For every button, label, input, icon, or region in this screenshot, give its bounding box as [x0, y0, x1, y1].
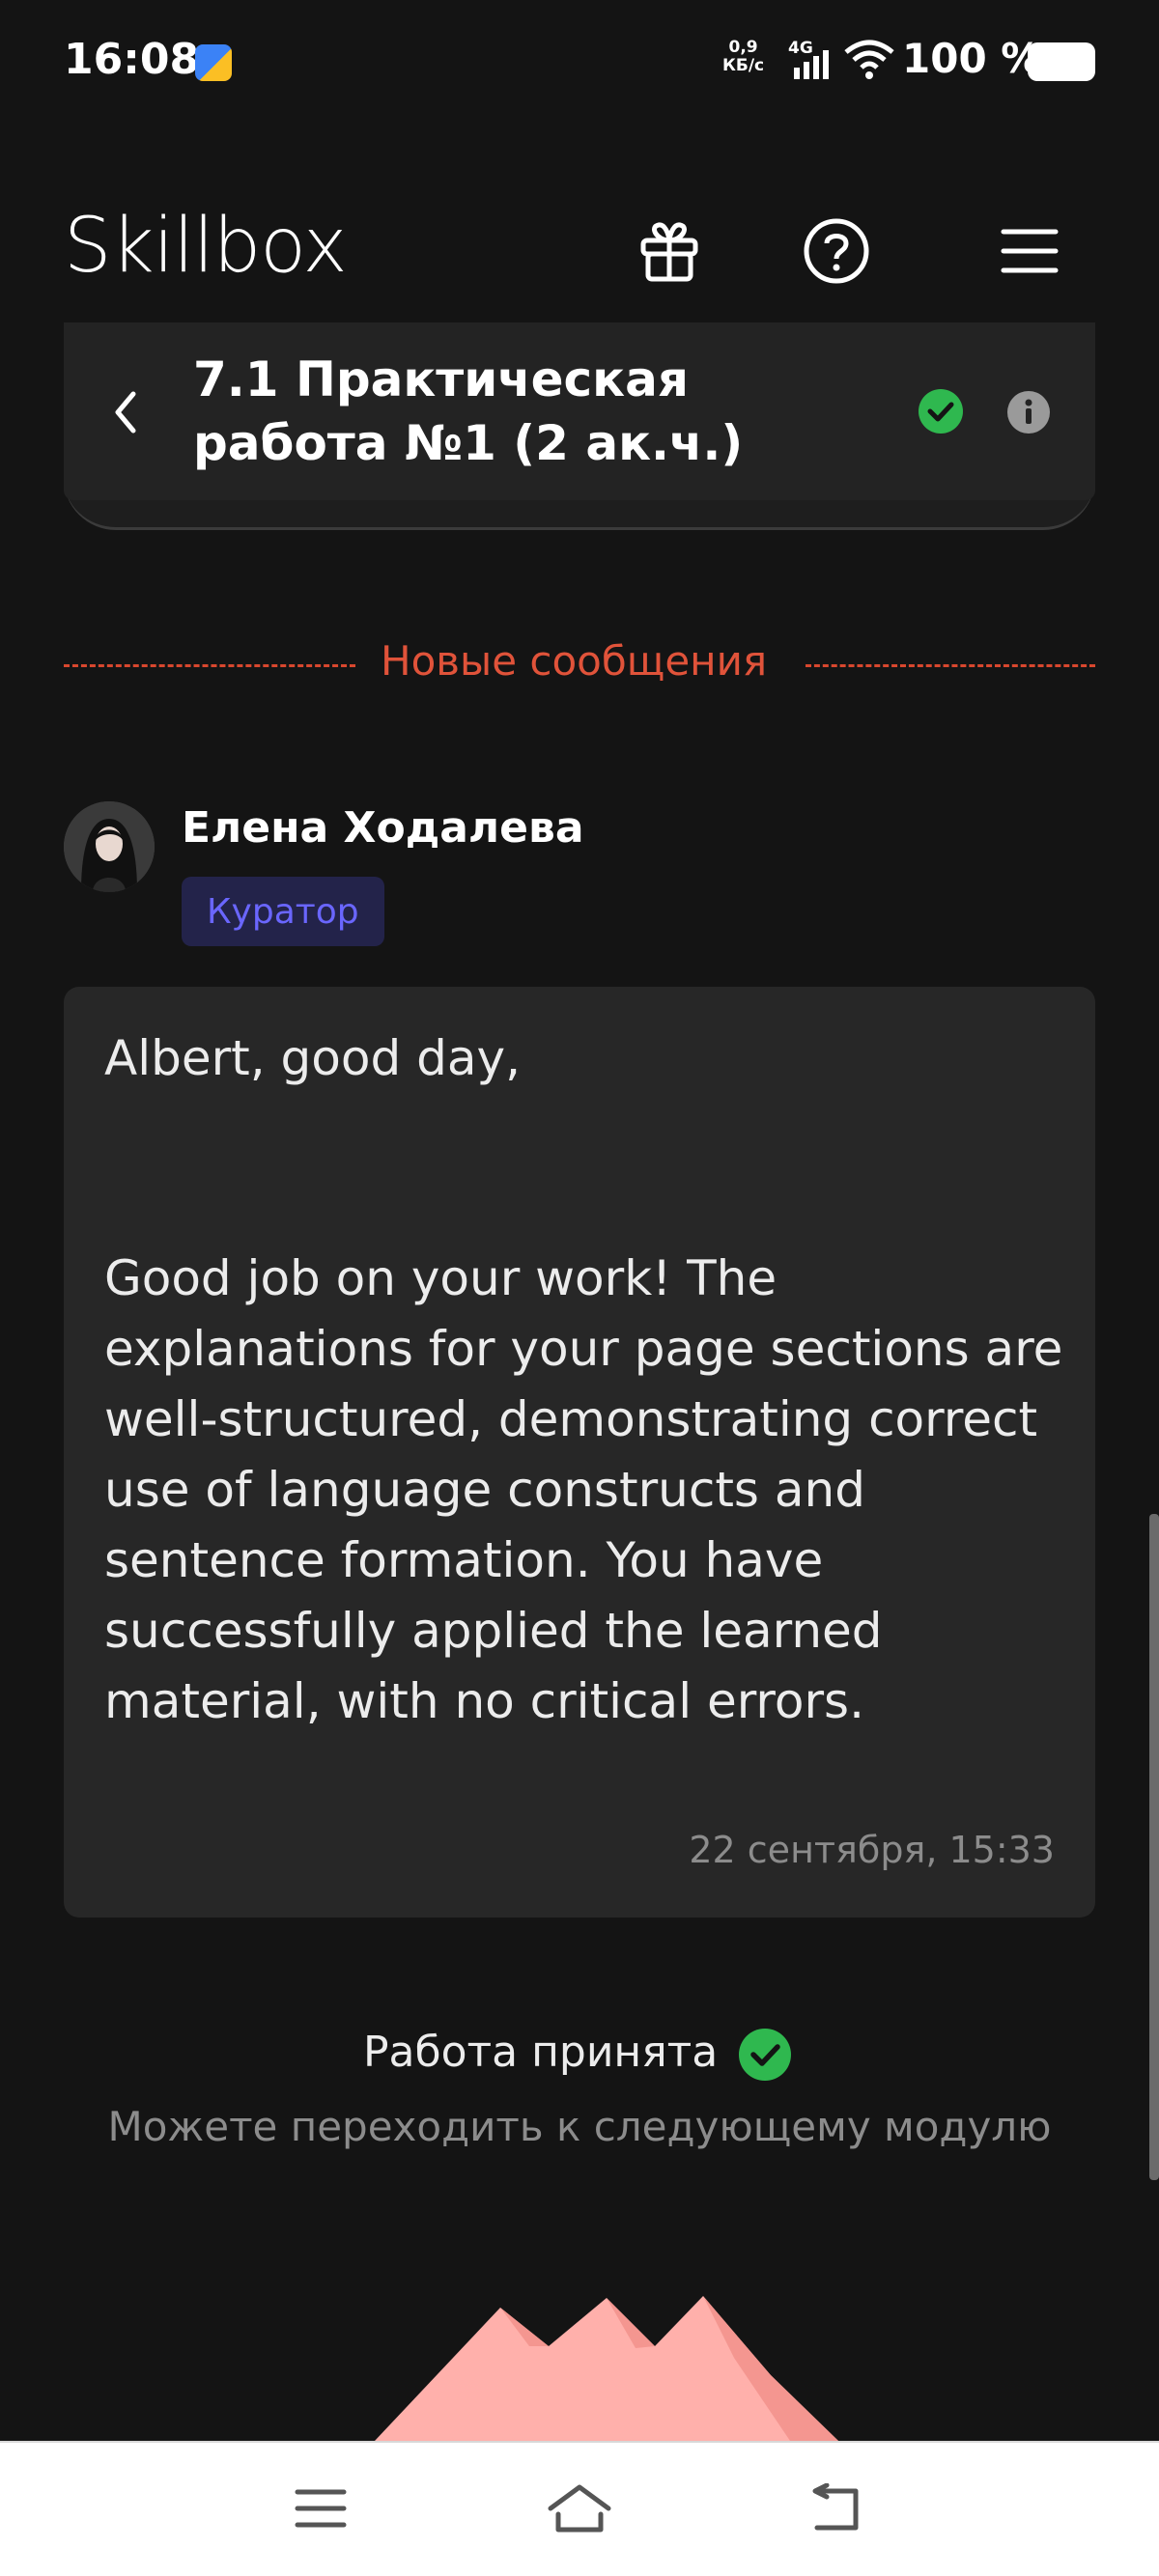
- battery-percent: 100 %: [902, 35, 1042, 82]
- mountains-illustration: [375, 2296, 838, 2441]
- gift-icon[interactable]: [631, 212, 708, 290]
- divider-line-left: [64, 664, 355, 667]
- skillbox-logo[interactable]: Skillbox: [64, 203, 348, 290]
- message-spacer: [104, 1094, 1070, 1164]
- recent-apps-icon[interactable]: [282, 2470, 359, 2547]
- message-body: Good job on your work! The explanations …: [104, 1250, 1063, 1729]
- network-speed: 0,9 КБ/с: [722, 39, 764, 75]
- scrollbar[interactable]: [1149, 1514, 1159, 2180]
- info-icon[interactable]: [1006, 390, 1051, 434]
- check-circle-icon: [919, 389, 963, 434]
- network-speed-unit: КБ/с: [722, 56, 765, 75]
- message-greeting: Albert, good day,: [104, 1030, 521, 1086]
- wifi-icon: [844, 40, 894, 79]
- status-time: 16:08: [64, 35, 200, 84]
- accepted-check-icon: [739, 2029, 791, 2081]
- back-icon[interactable]: [798, 2470, 875, 2547]
- home-icon[interactable]: [541, 2470, 618, 2547]
- next-module-hint: Можете переходить к следующему модулю: [107, 2103, 1052, 2150]
- network-speed-value: 0,9: [728, 38, 758, 57]
- role-badge: Куратор: [182, 877, 384, 946]
- divider-line-right: [806, 664, 1095, 667]
- author-name: Елена Ходалева: [182, 803, 584, 853]
- lesson-title: 7.1 Практическая работа №1 (2 ак.ч.): [193, 351, 744, 471]
- new-messages-label: Новые сообщения: [381, 637, 768, 685]
- avatar: [64, 801, 155, 892]
- menu-icon[interactable]: [991, 212, 1068, 290]
- back-chevron-icon[interactable]: [108, 388, 147, 436]
- help-icon[interactable]: [798, 212, 875, 290]
- message-timestamp: 22 сентября, 15:33: [689, 1829, 1055, 1871]
- signal-bars-icon: [794, 50, 829, 79]
- battery-icon: [1028, 42, 1095, 81]
- work-accepted-status: Работа принята: [363, 2028, 719, 2077]
- message-text: Albert, good day, Good job on your work!…: [104, 1023, 1070, 1737]
- notification-app-icon: [195, 44, 232, 81]
